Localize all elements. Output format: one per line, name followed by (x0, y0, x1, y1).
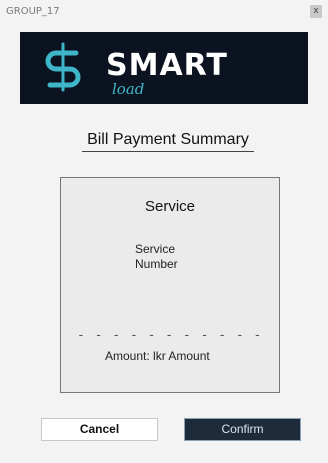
page-title: Bill Payment Summary (82, 131, 254, 152)
summary-card: Service Service Number - - - - - - - - -… (60, 177, 280, 393)
title-bar: GROUP_17 x (0, 0, 328, 24)
amount-label: Amount: lkr (105, 349, 166, 363)
service-number-line-2: Number (135, 257, 178, 271)
dashed-divider: - - - - - - - - - - - - - - - - (77, 328, 267, 343)
dollar-s-icon (45, 42, 81, 92)
close-button[interactable]: x (310, 5, 322, 18)
app-window: GROUP_17 x SMART load Bill Payment Summa… (0, 0, 328, 463)
confirm-button[interactable]: Confirm (184, 418, 301, 441)
brand-banner: SMART load (20, 32, 308, 104)
service-heading: Service (144, 198, 196, 215)
brand-name: SMART (106, 48, 228, 83)
service-number-label: Service Number (135, 242, 235, 272)
amount-row: Amount: lkr Amount (105, 349, 210, 363)
window-title: GROUP_17 (6, 6, 60, 17)
service-number-line-1: Service (135, 242, 176, 256)
amount-value: Amount (168, 349, 210, 363)
brand-subtitle: load (112, 80, 145, 98)
cancel-button[interactable]: Cancel (41, 418, 158, 441)
